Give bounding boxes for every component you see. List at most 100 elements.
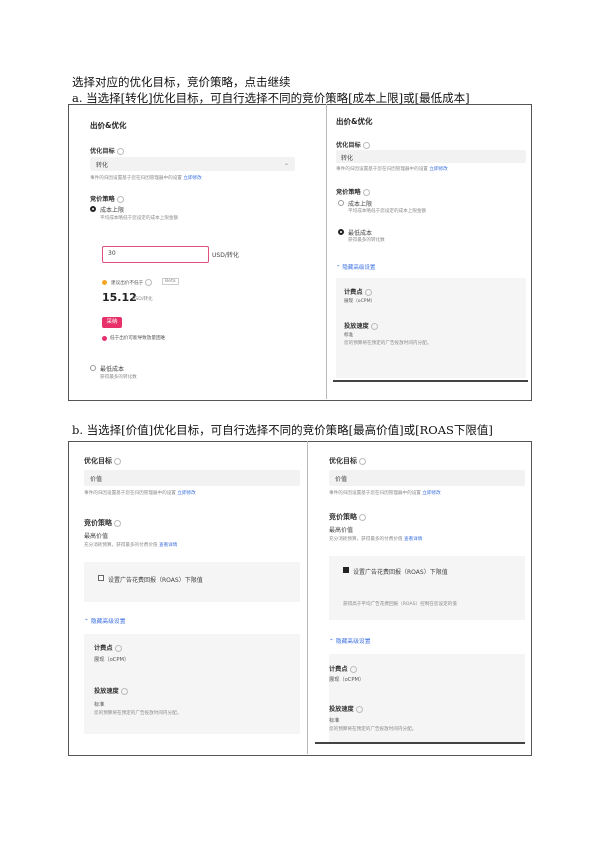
beta-badge: Beta — [162, 278, 179, 285]
billing-value: 展现（oCPM） — [344, 299, 376, 304]
a-left-panel: 出价&优化 优化目标 转化 ⌄ 事件的归因设置基于您在归因管理器中的设置 立即修… — [80, 110, 320, 395]
help-icon — [359, 513, 366, 521]
advanced-toggle[interactable]: ⌃ 隐藏高级设置 — [336, 263, 375, 271]
billing-value: 展现（oCPM） — [94, 657, 130, 663]
help-icon — [114, 644, 122, 652]
goal-select[interactable]: 转化 — [336, 150, 526, 163]
suggest-label: 建议出价不低于 — [111, 279, 153, 286]
billing-value: 展现（oCPM） — [329, 677, 365, 683]
bid-label: 竞价策略 — [90, 194, 124, 203]
goal-label: 优化目标 — [90, 146, 124, 155]
help-icon — [370, 322, 378, 330]
billing-label: 计费点 — [94, 643, 122, 652]
section-b-heading: b. 当选择[价值]优化目标，可自行选择不同的竞价策略[最高价值]或[ROAS下… — [72, 423, 493, 437]
chevron-up-icon: ⌃ — [84, 619, 91, 625]
goal-select-value: 转化 — [96, 162, 109, 169]
roas-area — [329, 556, 525, 620]
bid-label: 竞价策略 — [336, 187, 370, 196]
bid-amount-value: 30 — [108, 250, 116, 257]
goal-hint-link[interactable]: 立即修改 — [177, 491, 195, 496]
radio-lowest-cost[interactable] — [338, 229, 344, 235]
goal-hint: 事件的归因设置基于您在归因管理器中的设置 立即修改 — [336, 167, 448, 172]
bid-desc-link[interactable]: 查看详情 — [404, 537, 422, 542]
radio-cost-cap[interactable] — [90, 206, 96, 212]
help-icon — [349, 665, 357, 673]
warning-icon — [102, 336, 107, 341]
pace-label: 投放速度 — [329, 704, 363, 713]
bid-desc: 充分消耗预算，获得最多的付费价值 查看详情 — [329, 537, 423, 542]
help-icon — [362, 141, 370, 149]
bid-value: 最高价值 — [84, 533, 109, 540]
opt-cost-cap: 成本上限 — [100, 207, 125, 214]
radio-lowest-cost[interactable] — [90, 365, 96, 371]
bid-desc: 充分消耗预算，获得最多的付费价值 查看详情 — [84, 543, 178, 548]
goal-hint: 事件的归因设置基于您在归因管理器中的设置 立即修改 — [84, 491, 196, 496]
goal-label: 优化目标 — [336, 140, 370, 149]
opt-cost-cap-desc: 平均成本略低于您设定的成本上限金额 — [348, 209, 427, 214]
pace-value: 标准 — [329, 718, 340, 724]
pace-value: 标准 — [94, 702, 105, 708]
warning-text: 低于出价可能导致放量困难 — [110, 336, 166, 341]
roas-check-label: 设置广告花费回报（ROAS）下限值 — [353, 569, 448, 576]
panel-title: 出价&优化 — [336, 117, 373, 126]
intro-text: 选择对应的优化目标，竞价策略，点击继续 — [72, 75, 291, 89]
goal-select[interactable]: 转化 ⌄ — [90, 157, 295, 171]
help-icon — [359, 457, 366, 465]
help-icon — [114, 457, 121, 465]
help-icon — [364, 288, 372, 296]
bid-label: 竞价策略 — [84, 518, 121, 528]
advanced-toggle[interactable]: ⌃ 隐藏高级设置 — [84, 616, 126, 625]
goal-select-value: 价值 — [90, 476, 103, 483]
divider — [307, 441, 308, 754]
opt-lowest-cost-desc: 获得最多的转化数 — [348, 238, 385, 243]
help-icon — [362, 188, 370, 196]
chevron-down-icon: ⌄ — [283, 160, 289, 167]
goal-hint-link[interactable]: 立即修改 — [183, 176, 201, 181]
bid-label: 竞价策略 — [329, 512, 366, 522]
roas-checkbox[interactable] — [98, 575, 104, 581]
bid-amount-input[interactable]: 30 — [102, 246, 209, 263]
scroll-underline — [333, 380, 528, 382]
help-icon — [116, 195, 124, 203]
billing-label: 计费点 — [344, 287, 372, 296]
radio-cost-cap[interactable] — [338, 200, 344, 206]
opt-cost-cap: 成本上限 — [348, 201, 373, 208]
panel-title: 出价&优化 — [90, 121, 127, 130]
goal-label: 优化目标 — [329, 456, 366, 466]
bid-unit: USD/转化 — [212, 252, 239, 259]
bid-desc-link[interactable]: 查看详情 — [159, 543, 177, 548]
opt-lowest-cost: 最低成本 — [348, 230, 373, 237]
pace-desc: 您的预算将在预定的广告投放时间内分配。 — [329, 727, 417, 732]
goal-select-value: 价值 — [335, 476, 348, 483]
divider — [326, 104, 327, 399]
goal-hint: 事件的归因设置基于您在归因管理器中的设置 立即修改 — [329, 491, 441, 496]
opt-lowest-cost: 最低成本 — [100, 366, 125, 373]
help-icon — [355, 705, 363, 713]
roas-checkbox[interactable] — [343, 567, 349, 573]
roas-hint: 获得高于平均广告花费回报（ROAS）控制在您设定的值 — [343, 602, 457, 607]
goal-select-value: 转化 — [341, 155, 354, 162]
goal-select[interactable]: 价值 — [329, 470, 525, 486]
pace-label: 投放速度 — [94, 686, 128, 695]
pace-desc: 您的预算将在预定的广告投放时间内分配。 — [94, 711, 182, 716]
opt-lowest-cost-desc: 获得最多的转化数 — [100, 375, 137, 380]
goal-hint: 事件的归因设置基于您在归因管理器中的设置 立即修改 — [90, 176, 202, 181]
help-icon — [120, 687, 128, 695]
goal-select[interactable]: 价值 — [84, 470, 300, 486]
roas-check-label: 设置广告花费回报（ROAS）下限值 — [108, 577, 203, 584]
goal-label: 优化目标 — [84, 456, 121, 466]
apply-button[interactable]: 采纳 — [102, 317, 122, 328]
pace-label: 投放速度 — [344, 321, 378, 330]
pace-value: 标准 — [344, 333, 354, 338]
b-left-panel: 优化目标 价值 事件的归因设置基于您在归因管理器中的设置 立即修改 竞价策略 最… — [78, 450, 304, 750]
bulb-icon — [102, 280, 107, 285]
billing-label: 计费点 — [329, 664, 357, 673]
bid-value: 最高价值 — [329, 527, 354, 534]
b-right-panel: 优化目标 价值 事件的归因设置基于您在归因管理器中的设置 立即修改 竞价策略 最… — [311, 450, 529, 750]
chevron-up-icon: ⌃ — [329, 639, 336, 645]
help-icon — [145, 279, 153, 286]
goal-hint-link[interactable]: 立即修改 — [429, 167, 447, 172]
help-icon — [116, 147, 124, 155]
advanced-toggle[interactable]: ⌃ 隐藏高级设置 — [329, 636, 371, 645]
goal-hint-link[interactable]: 立即修改 — [422, 491, 440, 496]
